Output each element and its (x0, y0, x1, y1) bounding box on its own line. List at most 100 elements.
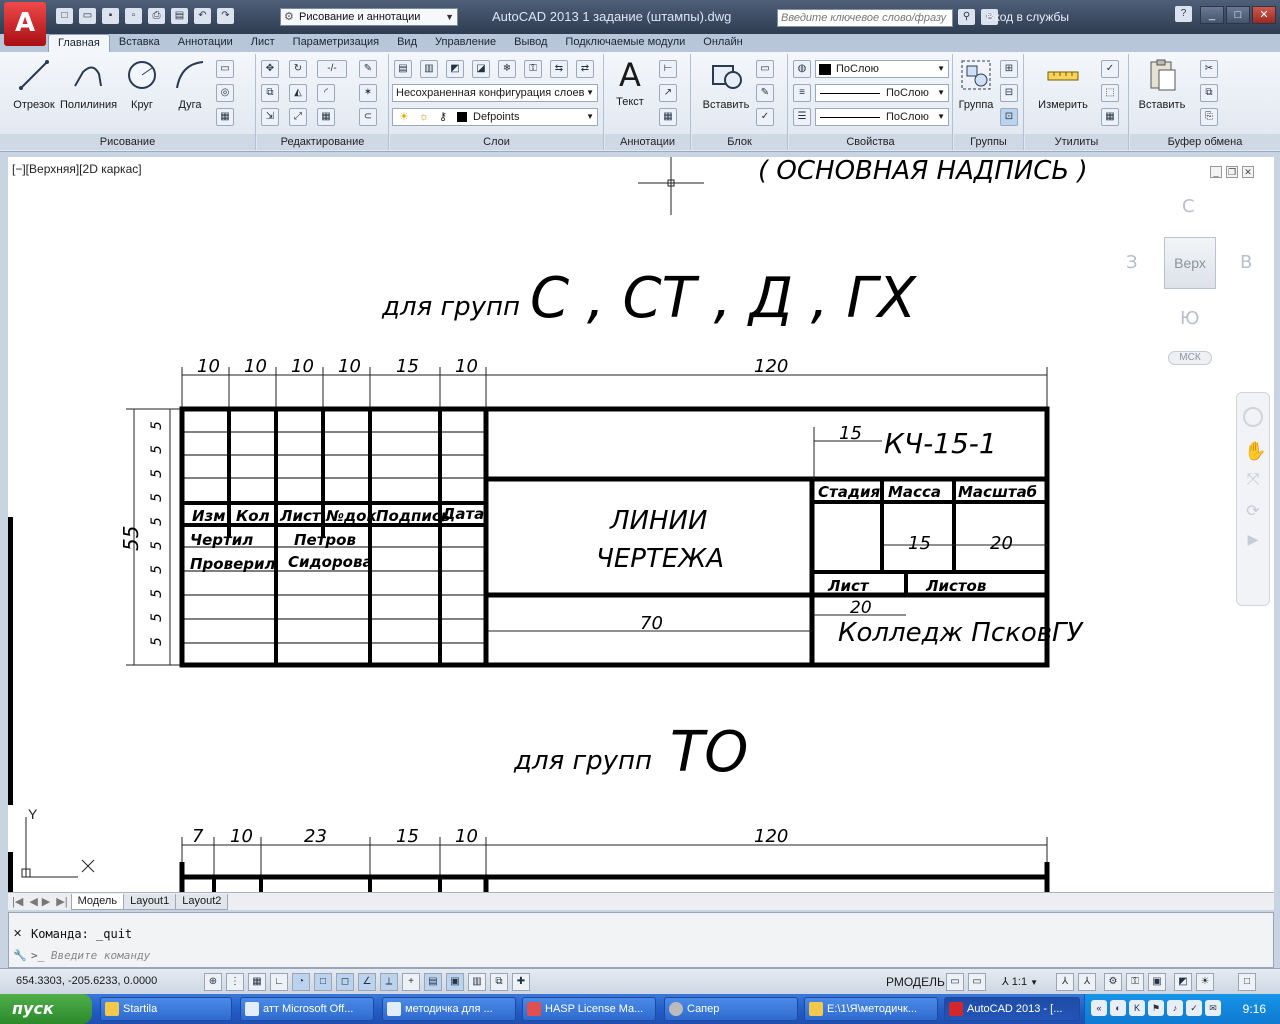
polar-tracking-icon[interactable]: ◔ (292, 973, 310, 991)
open-icon[interactable]: ▭ (79, 8, 96, 24)
linear-dimension-icon[interactable]: ⊢ (659, 60, 677, 78)
tab-layout2[interactable]: Layout2 (175, 893, 229, 910)
leader-icon[interactable]: ↗ (659, 84, 677, 102)
layer-off-icon[interactable]: ◩ (446, 60, 464, 78)
group-select-icon[interactable]: ⊡ (1000, 108, 1018, 126)
array-icon[interactable]: ▦ (317, 108, 335, 126)
rectangle-icon[interactable]: ▭ (216, 60, 234, 78)
match-properties-icon[interactable]: ◍ (793, 60, 811, 78)
viewcube-south[interactable]: Ю (1180, 308, 1199, 329)
model-space-toggle[interactable]: РМОДЕЛЬ (886, 975, 945, 989)
panel-utilities-title[interactable]: Утилиты (1025, 134, 1128, 150)
paste-button[interactable]: Вставить (1134, 58, 1190, 111)
copy-clip-icon[interactable]: ⧉ (1200, 84, 1218, 102)
selection-cycling-icon[interactable]: ⧉ (490, 973, 508, 991)
tab-parametric[interactable]: Параметризация (284, 34, 388, 52)
new-icon[interactable]: □ (56, 8, 73, 24)
showmotion-icon[interactable]: ▶ (1244, 531, 1262, 551)
ortho-mode-icon[interactable]: ∟ (270, 973, 288, 991)
layer-match-icon[interactable]: ⇆ (550, 60, 568, 78)
polyline-button[interactable]: Полилиния (60, 58, 117, 111)
tab-annotate[interactable]: Аннотации (169, 34, 242, 52)
workspace-switch-icon[interactable]: ⚙ (1104, 973, 1122, 991)
dynamic-input-icon[interactable]: + (402, 973, 420, 991)
back-arrow-icon[interactable]: « (1091, 1000, 1107, 1016)
task-manual[interactable]: методичка для ... (382, 997, 516, 1021)
tab-plugins[interactable]: Подключаемые модули (556, 34, 694, 52)
panel-annotation-title[interactable]: Аннотации (605, 134, 690, 150)
viewport-close-button[interactable]: ✕ (1242, 166, 1254, 178)
trim-icon[interactable]: -/- (317, 60, 347, 78)
undo-icon[interactable]: ↶ (194, 8, 211, 24)
print-icon[interactable]: ▤ (171, 8, 188, 24)
dynamic-ucs-icon[interactable]: ⟂ (380, 973, 398, 991)
viewport-restore-button[interactable]: ❐ (1226, 166, 1238, 178)
viewport-minimize-button[interactable]: _ (1210, 166, 1222, 178)
annotation-visibility-icon[interactable]: ⅄ (1056, 973, 1074, 991)
panel-block-title[interactable]: Блок (692, 134, 787, 150)
steering-wheel-icon[interactable] (1243, 407, 1263, 427)
panel-draw-title[interactable]: Рисование (0, 134, 255, 150)
plot-icon[interactable]: ⎙ (148, 8, 165, 24)
tab-layout1[interactable]: Layout1 (123, 893, 177, 910)
security-icon[interactable]: ✓ (1186, 1000, 1202, 1016)
mirror-icon[interactable]: ◭ (289, 84, 307, 102)
tab-layout[interactable]: Лист (242, 34, 284, 52)
pan-hand-icon[interactable]: ✋ (1244, 441, 1266, 461)
grid-display-icon[interactable]: ▦ (248, 973, 266, 991)
current-layer-dropdown[interactable]: ☀ ☼ ⚷ Defpoints ▼ (392, 108, 598, 126)
insert-block-button[interactable]: Вставить (698, 58, 754, 111)
hardware-acceleration-icon[interactable]: ▣ (1148, 973, 1166, 991)
rotate-icon[interactable]: ↻ (289, 60, 307, 78)
text-button[interactable]: A Текст (605, 58, 655, 108)
workspace-selector[interactable]: ⚙ Рисование и аннотации ▼ (280, 8, 458, 26)
offset-icon[interactable]: ⊂ (359, 108, 377, 126)
quick-properties-icon[interactable]: ▥ (468, 973, 486, 991)
fillet-icon[interactable]: ◜ (317, 84, 335, 102)
tab-model[interactable]: Модель (70, 893, 125, 910)
3d-osnap-icon[interactable]: ◻ (336, 973, 354, 991)
wrench-icon[interactable]: 🔧 (13, 949, 27, 962)
layer-freeze-icon[interactable]: ❄ (498, 60, 516, 78)
object-snap-icon[interactable]: □ (314, 973, 332, 991)
layer-lock-icon[interactable]: ⚿ (524, 60, 542, 78)
layer-properties-icon[interactable]: ▤ (394, 60, 412, 78)
calculator-icon[interactable]: ▦ (1101, 108, 1119, 126)
arc-button[interactable]: Дуга (162, 58, 218, 111)
measure-button[interactable]: Измерить (1035, 58, 1091, 111)
object-snap-tracking-icon[interactable]: ∠ (358, 973, 376, 991)
orbit-icon[interactable]: ⟳ (1244, 501, 1262, 521)
application-menu-button[interactable]: A (4, 2, 46, 46)
lock-ui-icon[interactable]: ⚿ (1126, 973, 1144, 991)
group-edit-icon[interactable]: ⊟ (1000, 84, 1018, 102)
save-icon[interactable]: ▪ (102, 8, 119, 24)
help-icon[interactable]: ? (1175, 6, 1192, 22)
stretch-icon[interactable]: ⇲ (261, 108, 279, 126)
lightbulb-status-icon[interactable]: ☀ (1196, 973, 1214, 991)
scale-icon[interactable]: ⤢ (289, 108, 307, 126)
clean-screen-icon[interactable]: □ (1238, 973, 1256, 991)
cut-icon[interactable]: ✂ (1200, 60, 1218, 78)
layer-state-icon[interactable]: ▥ (420, 60, 438, 78)
line-button[interactable]: Отрезок (6, 58, 62, 111)
save-as-icon[interactable]: ▫ (125, 8, 142, 24)
minimize-button[interactable]: _ (1200, 6, 1224, 24)
panel-groups-title[interactable]: Группы (954, 134, 1023, 150)
auto-scale-icon[interactable]: ⅄ (1078, 973, 1096, 991)
move-icon[interactable]: ✥ (261, 60, 279, 78)
lineweight-toggle-icon[interactable]: ▤ (424, 973, 442, 991)
volume-icon[interactable]: ♪ (1167, 1000, 1183, 1016)
quick-view-drawings-icon[interactable]: ▭ (968, 973, 986, 991)
lineweight-icon[interactable]: ≡ (793, 84, 811, 102)
viewcube-west[interactable]: З (1126, 252, 1138, 273)
hatch-icon[interactable]: ◎ (216, 84, 234, 102)
gradient-icon[interactable]: ▦ (216, 108, 234, 126)
linetype-dropdown[interactable]: ПоСлою ▼ (815, 108, 949, 126)
tab-insert[interactable]: Вставка (110, 34, 169, 52)
task-word[interactable]: атт Microsoft Off... (240, 997, 374, 1021)
layer-walk-icon[interactable]: ⇄ (576, 60, 594, 78)
copy-icon[interactable]: ⧉ (261, 84, 279, 102)
annotation-scale[interactable]: ⅄ 1:1 ▼ (1002, 975, 1038, 988)
ucs-menu[interactable]: МСК (1168, 351, 1212, 365)
tab-view[interactable]: Вид (388, 34, 426, 52)
